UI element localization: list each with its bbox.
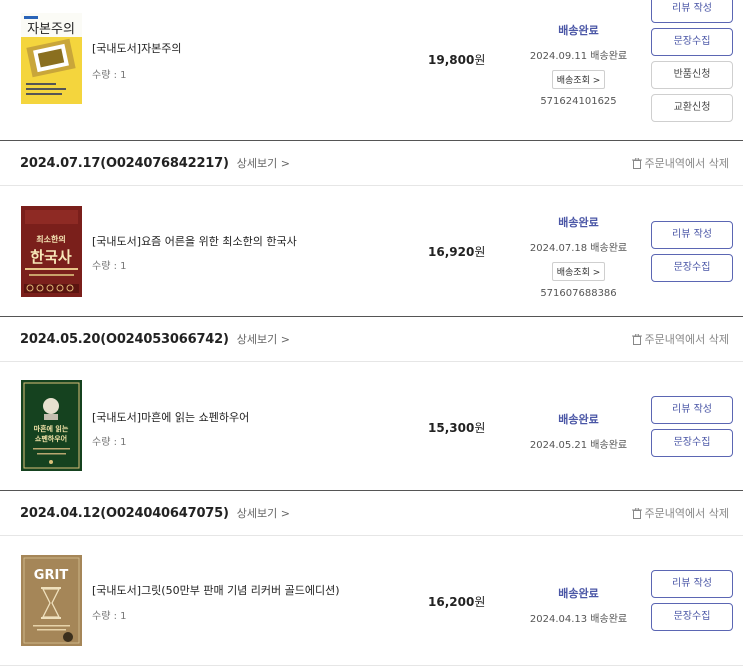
price-unit: 원: [474, 595, 486, 609]
write-review-button[interactable]: 리뷰 작성: [651, 221, 733, 249]
book-title[interactable]: [국내도서]자본주의: [92, 40, 182, 56]
order-header: 2024.07.17(O024076842217) 상세보기 > 주문내역에서 …: [0, 140, 743, 186]
order-detail-link[interactable]: 상세보기 >: [237, 155, 290, 171]
price-value: 19,800: [428, 53, 475, 67]
order-date-number: 2024.04.12(O024040647075): [20, 505, 229, 521]
shipping-status: 배송완료: [558, 24, 599, 37]
price-unit: 원: [474, 53, 486, 67]
book-title[interactable]: [국내도서]그릿(50만부 판매 기념 리커버 골드에디션): [92, 582, 340, 598]
svg-text:마흔에 읽는: 마흔에 읽는: [34, 424, 69, 433]
shipping-info: 배송완료 2024.05.21 배송완료: [520, 411, 637, 451]
cover-title-text: 자본주의: [27, 22, 75, 37]
shipping-date: 2024.07.18 배송완료: [529, 243, 628, 254]
track-delivery-button[interactable]: 배송조회 >: [551, 262, 606, 281]
write-review-button[interactable]: 리뷰 작성: [651, 570, 733, 598]
trash-icon: [631, 157, 642, 169]
order-detail-link[interactable]: 상세보기 >: [237, 505, 290, 521]
tracking-number: 571624101625: [540, 96, 617, 107]
price-value: 16,920: [428, 245, 475, 259]
trash-icon: [631, 333, 642, 345]
collect-sentences-button[interactable]: 문장수집: [651, 603, 733, 631]
price-value: 15,300: [428, 421, 475, 435]
book-title[interactable]: [국내도서]마흔에 읽는 쇼펜하우어: [92, 409, 249, 425]
order-item-row: GRIT [국내도서]그릿(50만부 판매 기념 리커버 골드에디션) 수량 :…: [0, 536, 743, 666]
shipping-date: 2024.04.13 배송완료: [529, 614, 628, 625]
book-price: 16,920원: [428, 243, 485, 260]
write-review-button[interactable]: 리뷰 작성: [651, 0, 733, 23]
collect-sentences-button[interactable]: 문장수집: [651, 429, 733, 457]
action-buttons: 리뷰 작성 문장수집 반품신청 교환신청: [651, 0, 733, 127]
shipping-status: 배송완료: [558, 587, 599, 600]
svg-text:최소한의: 최소한의: [36, 234, 65, 244]
book-cover-image[interactable]: 자본주의: [21, 13, 82, 104]
track-delivery-button[interactable]: 배송조회 >: [551, 70, 606, 89]
order-item-row: 마흔에 읽는 쇼펜하우어 [국내도서]마흔에 읽는 쇼펜하우어 수량 : 1 1…: [0, 362, 743, 490]
shipping-info: 배송완료 2024.09.11 배송완료 배송조회 > 571624101625: [520, 22, 637, 107]
order-header: 2024.05.20(O024053066742) 상세보기 > 주문내역에서 …: [0, 316, 743, 362]
return-request-button[interactable]: 반품신청: [651, 61, 733, 89]
collect-sentences-button[interactable]: 문장수집: [651, 254, 733, 282]
action-buttons: 리뷰 작성 문장수집: [651, 396, 733, 462]
shipping-info: 배송완료 2024.04.13 배송완료: [520, 585, 637, 625]
book-quantity: 수량 : 1: [92, 437, 127, 448]
delete-order-label: 주문내역에서 삭제: [644, 157, 729, 170]
shipping-date: 2024.05.21 배송완료: [529, 440, 628, 451]
delete-order-button[interactable]: 주문내역에서 삭제: [631, 155, 729, 171]
price-value: 16,200: [428, 595, 475, 609]
delete-order-label: 주문내역에서 삭제: [644, 507, 729, 520]
svg-text:쇼펜하우어: 쇼펜하우어: [35, 434, 67, 443]
shipping-date: 2024.09.11 배송완료: [529, 51, 628, 62]
order-item-row: 최소한의 한국사 [국내도서]요즘 어른을 위한 최소한의 한국사 수량 : 1…: [0, 186, 743, 316]
order-detail-link[interactable]: 상세보기 >: [237, 331, 290, 347]
svg-text:한국사: 한국사: [30, 248, 72, 266]
shipping-info: 배송완료 2024.07.18 배송완료 배송조회 > 571607688386: [520, 214, 637, 299]
cover-title-text: GRIT: [34, 568, 69, 583]
book-price: 16,200원: [428, 593, 485, 610]
book-price: 15,300원: [428, 419, 485, 436]
shipping-status: 배송완료: [558, 216, 599, 229]
write-review-button[interactable]: 리뷰 작성: [651, 396, 733, 424]
book-cover-image[interactable]: GRIT: [21, 555, 82, 646]
book-quantity: 수량 : 1: [92, 261, 127, 272]
book-title[interactable]: [국내도서]요즘 어른을 위한 최소한의 한국사: [92, 233, 297, 249]
order-item-row: 자본주의 [국내도서]자본주의 수량 : 1 19,800원 배송완료 2024…: [0, 0, 743, 140]
order-date-number: 2024.07.17(O024076842217): [20, 155, 229, 171]
book-quantity: 수량 : 1: [92, 70, 127, 81]
delete-order-button[interactable]: 주문내역에서 삭제: [631, 331, 729, 347]
order-header: 2024.04.12(O024040647075) 상세보기 > 주문내역에서 …: [0, 490, 743, 536]
collect-sentences-button[interactable]: 문장수집: [651, 28, 733, 56]
delete-order-button[interactable]: 주문내역에서 삭제: [631, 505, 729, 521]
order-date-number: 2024.05.20(O024053066742): [20, 331, 229, 347]
action-buttons: 리뷰 작성 문장수집: [651, 570, 733, 636]
exchange-request-button[interactable]: 교환신청: [651, 94, 733, 122]
shipping-status: 배송완료: [558, 413, 599, 426]
price-unit: 원: [474, 421, 486, 435]
book-price: 19,800원: [428, 51, 485, 68]
delete-order-label: 주문내역에서 삭제: [644, 333, 729, 346]
tracking-number: 571607688386: [540, 288, 617, 299]
book-cover-image[interactable]: 최소한의 한국사: [21, 206, 82, 297]
book-cover-image[interactable]: 마흔에 읽는 쇼펜하우어: [21, 380, 82, 471]
book-quantity: 수량 : 1: [92, 611, 127, 622]
action-buttons: 리뷰 작성 문장수집: [651, 221, 733, 287]
price-unit: 원: [474, 245, 486, 259]
trash-icon: [631, 507, 642, 519]
